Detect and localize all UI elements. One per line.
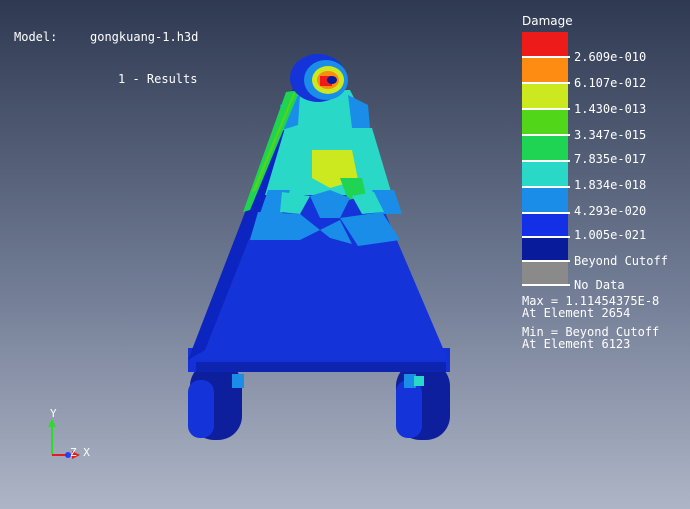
legend-tick	[522, 160, 570, 162]
legend-label: 1.834e-018	[574, 178, 647, 192]
legend-swatch-2	[522, 84, 568, 108]
legend-tick	[522, 56, 570, 58]
legend-swatch-4	[522, 136, 568, 160]
zx-axis-label: Z X	[70, 446, 90, 459]
legend-label: Beyond Cutoff	[574, 254, 668, 268]
legend-label: 3.347e-015	[574, 128, 647, 142]
legend-tick	[522, 108, 570, 110]
legend-tick	[522, 212, 570, 214]
legend-label: 1.005e-021	[574, 228, 647, 242]
legend-label: No Data	[574, 278, 625, 292]
legend-label: 7.835e-017	[574, 152, 647, 166]
legend-swatch-9	[522, 262, 568, 286]
legend-swatch-6	[522, 188, 568, 212]
legend-swatch-3	[522, 110, 568, 134]
legend-swatch-1	[522, 58, 568, 82]
legend-label: 6.107e-012	[574, 76, 647, 90]
legend-tick	[522, 284, 570, 286]
legend-tick	[522, 82, 570, 84]
legend-title: Damage	[522, 14, 573, 28]
legend-tick	[522, 186, 570, 188]
legend-swatch-8	[522, 236, 568, 260]
legend-tick	[522, 236, 570, 238]
legend-swatch-7	[522, 214, 568, 238]
axis-triad: Y Z X	[40, 405, 100, 465]
y-axis-arrow	[48, 419, 56, 427]
legend-swatch-5	[522, 162, 568, 186]
legend-label: 4.293e-020	[574, 204, 647, 218]
legend-tick	[522, 134, 570, 136]
min-element: At Element 6123	[522, 337, 631, 351]
left-lug	[188, 362, 244, 440]
legend-label: 2.609e-010	[574, 50, 647, 64]
legend-swatch-0	[522, 32, 568, 56]
right-lug	[396, 362, 450, 440]
legend-tick	[522, 260, 570, 262]
y-axis-label: Y	[50, 407, 57, 420]
max-element: At Element 2654	[522, 306, 631, 320]
legend-label: 1.430e-013	[574, 102, 647, 116]
